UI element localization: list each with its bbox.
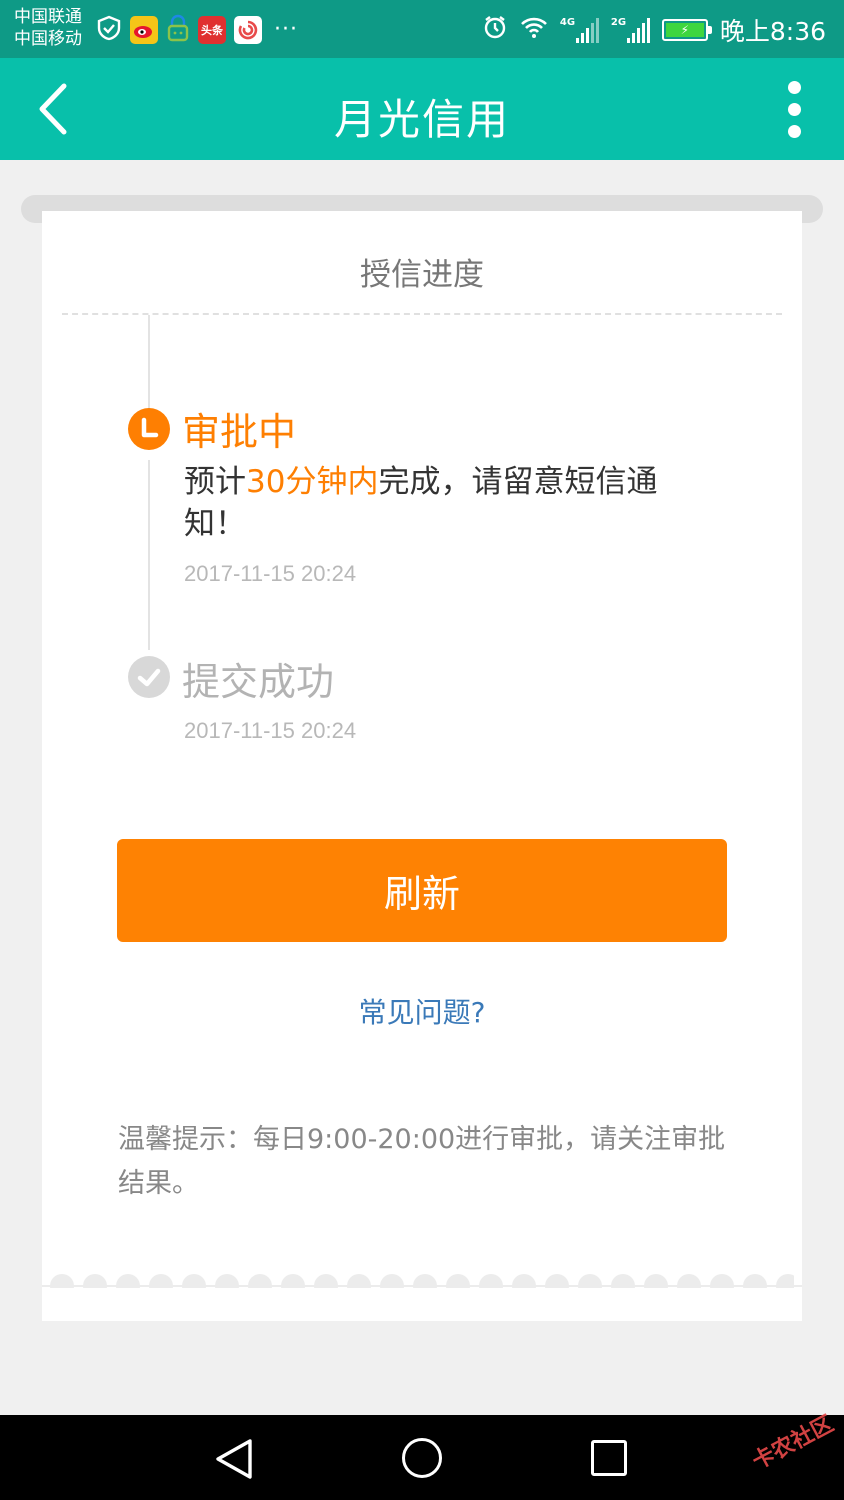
check-icon — [128, 656, 170, 698]
swirl-icon — [234, 16, 262, 44]
system-nav-bar: 卡农社区 — [0, 1412, 844, 1500]
nav-back-button[interactable] — [212, 1437, 258, 1481]
shield-icon — [96, 15, 122, 45]
toutiao-icon: 头条 — [198, 16, 226, 44]
page-title: 月光信用 — [333, 95, 510, 144]
alarm-icon — [482, 14, 508, 46]
battery-icon: ⚡ — [661, 19, 712, 41]
signal-sim1-icon: 4G — [560, 17, 599, 43]
step-desc-before: 预计 — [184, 464, 246, 500]
notification-icons: 头条 ··· — [96, 14, 298, 46]
step-timestamp: 2017-11-15 20:24 — [184, 718, 357, 743]
clock-time: 晚上8:36 — [719, 17, 826, 46]
lock-chat-icon — [166, 14, 190, 46]
step-title-submitted: 提交成功 — [182, 660, 335, 704]
card-title: 授信进度 — [360, 257, 484, 293]
weibo-icon — [130, 16, 158, 44]
wifi-icon — [520, 15, 548, 45]
watermark-logo: 卡农社区 — [748, 1411, 838, 1475]
dashed-divider — [62, 313, 782, 315]
carrier-names: 中国联通 中国移动 — [14, 6, 82, 50]
nav-home-button[interactable] — [402, 1438, 442, 1478]
carrier-2: 中国移动 — [14, 29, 82, 49]
refresh-button[interactable]: 刷新 — [117, 839, 727, 942]
faq-link[interactable]: 常见问题? — [42, 991, 802, 1031]
triangle-back-icon — [216, 1439, 252, 1479]
timeline-line — [148, 315, 150, 410]
sim1-network-label: 4G — [559, 17, 576, 28]
more-menu-button[interactable] — [774, 76, 814, 142]
system-status: 4G 2G ⚡ 晚上8:36 — [482, 12, 826, 48]
status-bar: 中国联通 中国移动 头条 ··· 4G 2G ⚡ 晚上8:36 — [0, 0, 844, 58]
clock-icon — [128, 408, 170, 450]
sim2-network-label: 2G — [610, 17, 627, 28]
step-title-approving: 审批中 — [182, 410, 297, 454]
more-vert-icon — [787, 80, 801, 94]
more-notifications-icon: ··· — [274, 17, 298, 42]
signal-sim2-icon: 2G — [611, 17, 650, 43]
timeline-line — [148, 460, 150, 650]
nav-recents-button[interactable] — [591, 1440, 627, 1476]
app-bar: 月光信用 — [0, 58, 844, 160]
warm-tip: 温馨提示：每日9:00-20:00进行审批，请关注审批结果。 — [118, 1124, 726, 1199]
step-desc-highlight: 30分钟内 — [246, 464, 379, 500]
step-timestamp: 2017-11-15 20:24 — [184, 561, 357, 586]
scallop-divider — [42, 1285, 802, 1287]
step-description: 预计30分钟内完成，请留意短信通知！ — [184, 461, 704, 545]
credit-progress-card: 授信进度 审批中 预计30分钟内完成，请留意短信通知！ 2017-11-15 2… — [42, 211, 802, 1321]
carrier-1: 中国联通 — [14, 7, 82, 27]
